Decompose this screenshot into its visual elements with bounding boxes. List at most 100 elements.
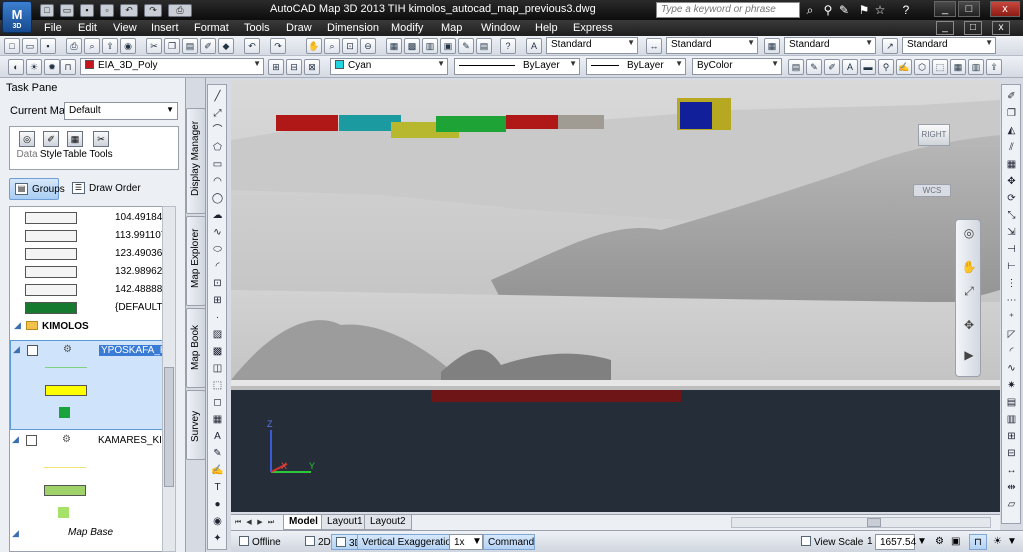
ellipse-icon[interactable]: ⬭ (210, 242, 225, 257)
tab-model[interactable]: Model (283, 515, 324, 530)
text-style-icon[interactable]: A (526, 38, 542, 54)
redo-icon[interactable]: ↷ (270, 38, 286, 54)
trim-icon[interactable]: ⊣ (1004, 242, 1019, 257)
sun-icon[interactable]: ✹ (44, 59, 60, 75)
minimize-button[interactable]: _ (934, 1, 956, 17)
explode-icon[interactable]: ✷ (1004, 378, 1019, 393)
search-icon[interactable]: ⌕ (802, 2, 818, 18)
gradient-icon[interactable]: ▩ (210, 344, 225, 359)
menu-edit[interactable]: Edit (78, 22, 97, 34)
dim-style-icon[interactable]: ↔ (646, 38, 662, 54)
layer-visibility-checkbox[interactable] (26, 435, 37, 446)
subscription-icon[interactable]: ⚲ (820, 2, 836, 18)
open-icon[interactable]: ▭ (60, 3, 74, 17)
lock-icon[interactable]: ⊓ (60, 59, 76, 75)
query-icon[interactable]: ▤ (788, 59, 804, 75)
maximize-button[interactable]: □ (958, 1, 980, 17)
tab-survey[interactable]: Survey (186, 390, 206, 460)
wrench-icon[interactable]: ✎ (836, 2, 852, 18)
menu-window[interactable]: Window (481, 22, 520, 34)
make-current-icon[interactable]: ⊞ (268, 59, 284, 75)
table-style-icon[interactable]: ▦ (764, 38, 780, 54)
arc-icon[interactable]: ◠ (210, 174, 225, 189)
menu-tools[interactable]: Tools (244, 22, 270, 34)
lineweight-select[interactable]: ByLayer ▼ (586, 58, 686, 75)
communication-center-icon[interactable]: ⚑ (856, 2, 872, 18)
publish-icon[interactable]: ⇪ (102, 38, 118, 54)
view-scale-status[interactable]: View Scale (797, 534, 867, 550)
current-map-select[interactable]: Default ▼ (64, 102, 178, 120)
document-close-button[interactable]: x (992, 21, 1010, 35)
line-icon[interactable]: ╱ (210, 89, 225, 104)
tools-tool-button[interactable]: ✂ Tools (86, 131, 116, 160)
extend-icon[interactable]: ⊢ (1004, 259, 1019, 274)
array-icon[interactable]: ▦ (1004, 157, 1019, 172)
block-editor-icon[interactable]: ◆ (218, 38, 234, 54)
status-menu-icon[interactable]: ▼ (1003, 534, 1021, 550)
menu-insert[interactable]: Insert (151, 22, 179, 34)
zoom-previous-icon[interactable]: ⊖ (360, 38, 376, 54)
drawing-viewport[interactable]: Z Y X RIGHT WCS ◎ ✋ ⤢ ✥ ▶ (231, 80, 1000, 512)
map-label-icon[interactable]: A (842, 59, 858, 75)
undo-icon[interactable]: ↶ (120, 3, 138, 17)
group-row-kimolos[interactable]: ◢ KIMOLOS (10, 317, 171, 337)
expand-icon[interactable]: ◢ (12, 528, 19, 539)
map-export-icon[interactable]: ⇪ (986, 59, 1002, 75)
distance-icon[interactable]: ⇹ (1004, 480, 1019, 495)
move-icon[interactable]: ✥ (1004, 174, 1019, 189)
light-icon[interactable]: ✦ (210, 531, 225, 546)
map-link-icon[interactable]: ⚲ (878, 59, 894, 75)
point-icon[interactable]: · (210, 310, 225, 325)
lock-ui-icon[interactable]: ⊓ (969, 534, 987, 550)
zoom-extents-icon[interactable]: ⤢ (960, 282, 978, 300)
horizontal-scrollbar[interactable] (731, 517, 991, 528)
make-block-icon[interactable]: ⊞ (210, 293, 225, 308)
scale-icon[interactable]: ⤡ (1004, 208, 1019, 223)
document-minimize-button[interactable]: _ (936, 21, 954, 35)
application-menu-button[interactable]: M 3D (2, 1, 32, 33)
groups-tab[interactable]: ▤ Groups (9, 178, 65, 200)
new-icon[interactable]: □ (40, 3, 54, 17)
spline-icon[interactable]: ∿ (210, 225, 225, 240)
cut-icon[interactable]: ✂ (146, 38, 162, 54)
layer-isolate-icon[interactable]: ⊠ (304, 59, 320, 75)
circle-icon[interactable]: ◯ (210, 191, 225, 206)
draw-order-tab[interactable]: ☰ Draw Order (67, 178, 147, 200)
group-icon[interactable]: ⊞ (1004, 429, 1019, 444)
tab-map-explorer[interactable]: Map Explorer (186, 216, 206, 306)
menu-view[interactable]: View (113, 22, 137, 34)
menu-express[interactable]: Express (573, 22, 613, 34)
area-icon[interactable]: ▱ (1004, 497, 1019, 512)
text-style-select[interactable]: Standard ▼ (546, 37, 638, 54)
dimension-style-select[interactable]: Standard ▼ (666, 37, 758, 54)
layer-previous-icon[interactable]: ⊟ (286, 59, 302, 75)
last-layout-icon[interactable]: ⏭ (266, 517, 276, 528)
quickcalc-icon[interactable]: ▤ (476, 38, 492, 54)
layer-state-icon[interactable]: ◐ (8, 59, 24, 75)
help-icon[interactable]: ? (898, 2, 914, 18)
menu-modify[interactable]: Modify (391, 22, 423, 34)
menu-file[interactable]: File (44, 22, 62, 34)
construction-line-icon[interactable]: ⤢ (210, 106, 225, 121)
pan-icon[interactable]: ✋ (306, 38, 322, 54)
markup-icon[interactable]: ✎ (458, 38, 474, 54)
mode-2d-button[interactable]: 2D (301, 534, 335, 550)
sheet-set-icon[interactable]: ▣ (440, 38, 456, 54)
save-as-icon[interactable]: ▫ (100, 3, 114, 17)
multileader-style-icon[interactable]: ↗ (882, 38, 898, 54)
attribute-icon[interactable]: ✍ (210, 463, 225, 478)
tab-layout1[interactable]: Layout1 (321, 515, 369, 530)
collapse-icon[interactable]: ◢ (13, 344, 20, 355)
tool-palettes-icon[interactable]: ▥ (422, 38, 438, 54)
table-style-select[interactable]: Standard ▼ (784, 37, 876, 54)
map-highlight-icon[interactable]: ▬ (860, 59, 876, 75)
workspace-icon[interactable]: ⚙ (931, 534, 948, 550)
map-edit-icon[interactable]: ✎ (806, 59, 822, 75)
layer-tools-icon[interactable]: ▥ (1004, 412, 1019, 427)
layer-row-kamares[interactable]: ◢ ⚙ KAMARES_KIM (10, 431, 171, 527)
erase-icon[interactable]: ✐ (1004, 89, 1019, 104)
revision-cloud-icon[interactable]: ☁ (210, 208, 225, 223)
ellipse-arc-icon[interactable]: ◜ (210, 259, 225, 274)
close-button[interactable]: x (990, 1, 1020, 17)
table-icon[interactable]: ▦ (210, 412, 225, 427)
